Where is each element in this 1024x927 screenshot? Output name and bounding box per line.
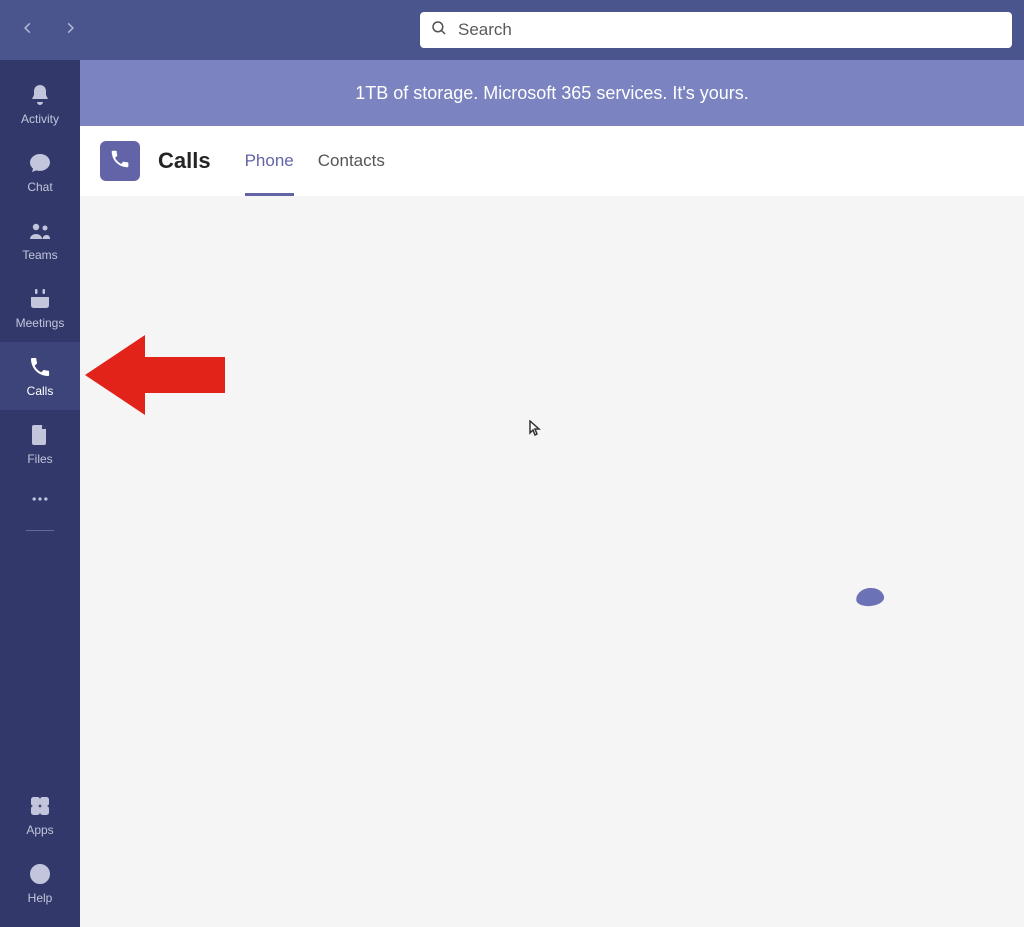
sidebar: Activity Chat Teams Meetings xyxy=(0,60,80,927)
bell-icon xyxy=(27,82,53,108)
file-icon xyxy=(27,422,53,448)
ellipsis-icon xyxy=(30,489,50,514)
page-title: Calls xyxy=(158,148,211,174)
sidebar-item-meetings[interactable]: Meetings xyxy=(0,274,80,342)
sidebar-divider xyxy=(26,530,54,531)
sidebar-item-calls[interactable]: Calls xyxy=(0,342,80,410)
sidebar-item-chat[interactable]: Chat xyxy=(0,138,80,206)
help-icon xyxy=(27,861,53,887)
sidebar-item-label: Help xyxy=(28,891,53,905)
page-header: Calls Phone Contacts xyxy=(80,126,1024,196)
search-icon xyxy=(430,19,448,42)
phone-icon xyxy=(109,148,131,175)
sidebar-item-files[interactable]: Files xyxy=(0,410,80,478)
page-tabs: Phone Contacts xyxy=(245,126,385,196)
sidebar-item-apps[interactable]: Apps xyxy=(0,781,80,849)
tab-label: Contacts xyxy=(318,151,385,171)
sidebar-item-help[interactable]: Help xyxy=(0,849,80,917)
search-input[interactable] xyxy=(458,20,1002,40)
main-area: 1TB of storage. Microsoft 365 services. … xyxy=(80,60,1024,927)
sidebar-item-label: Meetings xyxy=(16,316,65,330)
sidebar-item-label: Teams xyxy=(22,248,57,262)
sidebar-item-label: Apps xyxy=(26,823,53,837)
sidebar-more-button[interactable] xyxy=(0,480,80,522)
apps-icon xyxy=(27,793,53,819)
chevron-right-icon xyxy=(63,21,77,40)
phone-icon xyxy=(27,354,53,380)
people-icon xyxy=(27,218,53,244)
nav-back-button[interactable] xyxy=(16,18,40,42)
promo-banner[interactable]: 1TB of storage. Microsoft 365 services. … xyxy=(80,60,1024,126)
tab-contacts[interactable]: Contacts xyxy=(318,126,385,196)
calendar-icon xyxy=(27,286,53,312)
chat-icon xyxy=(27,150,53,176)
sidebar-item-teams[interactable]: Teams xyxy=(0,206,80,274)
tab-label: Phone xyxy=(245,151,294,171)
chevron-left-icon xyxy=(21,21,35,40)
sidebar-item-activity[interactable]: Activity xyxy=(0,70,80,138)
banner-text: 1TB of storage. Microsoft 365 services. … xyxy=(355,83,749,104)
tab-phone[interactable]: Phone xyxy=(245,126,294,196)
sidebar-item-label: Calls xyxy=(27,384,54,398)
search-bar[interactable] xyxy=(420,12,1012,48)
sidebar-item-label: Chat xyxy=(27,180,52,194)
sidebar-item-label: Activity xyxy=(21,112,59,126)
nav-forward-button[interactable] xyxy=(58,18,82,42)
nav-arrows xyxy=(16,18,82,42)
titlebar xyxy=(0,0,1024,60)
sidebar-item-label: Files xyxy=(27,452,52,466)
page-content xyxy=(80,196,1024,927)
page-icon xyxy=(100,141,140,181)
